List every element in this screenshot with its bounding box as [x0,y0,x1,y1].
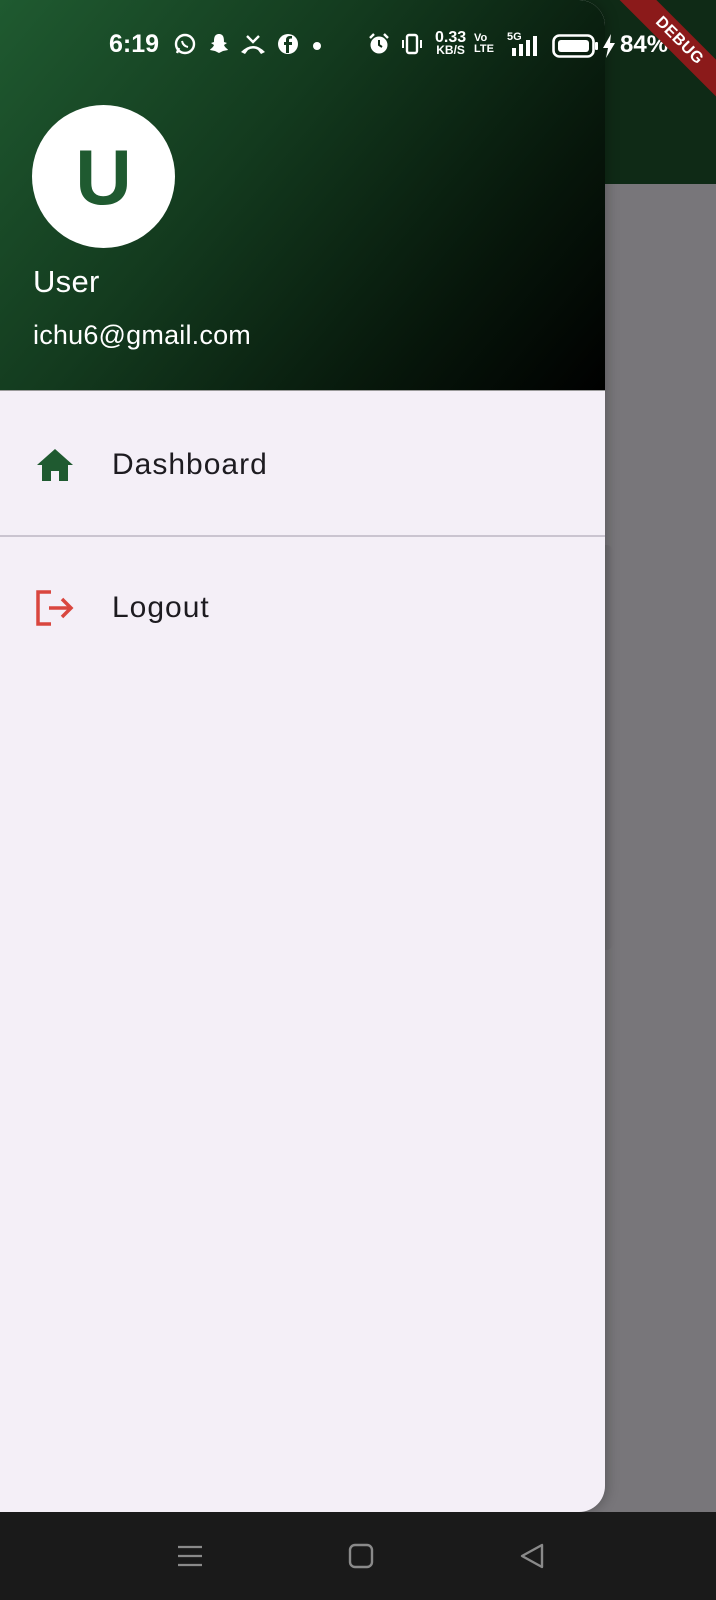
menu-divider [0,535,605,537]
drawer-item-logout[interactable]: Logout [0,538,605,678]
logout-icon [34,587,76,629]
avatar-letter: U [75,132,132,221]
status-bar: 6:19 0.33 KB/S Vo LTE 5G 84% [0,0,716,92]
whatsapp-icon [173,32,197,61]
system-navigation-bar [0,1512,716,1600]
alarm-icon [367,32,391,61]
volte-label: Vo LTE [474,32,494,55]
missed-call-icon [239,32,267,61]
drawer-item-dashboard[interactable]: Dashboard [0,395,605,535]
charging-icon [602,34,616,63]
snapchat-icon [207,32,231,61]
menu-icon[interactable] [172,1538,208,1574]
drawer-item-label: Dashboard [112,448,268,481]
home-square-icon[interactable] [343,1538,379,1574]
account-email: ichu6@gmail.com [33,320,251,350]
network-speed-unit: KB/S [436,43,465,57]
vibrate-icon [400,32,424,61]
status-time: 6:19 [109,30,160,58]
battery-icon [552,34,600,63]
user-avatar: U [32,105,175,248]
network-speed: 0.33 KB/S [435,30,466,57]
facebook-icon [276,32,300,61]
drawer-item-label: Logout [112,591,210,624]
dot-icon [312,38,322,56]
home-icon [34,444,76,486]
account-name: User [33,264,100,299]
signal-icon [510,36,540,61]
back-triangle-icon[interactable] [514,1538,550,1574]
navigation-drawer: U User ichu6@gmail.com Dashboard Logout [0,0,605,1512]
